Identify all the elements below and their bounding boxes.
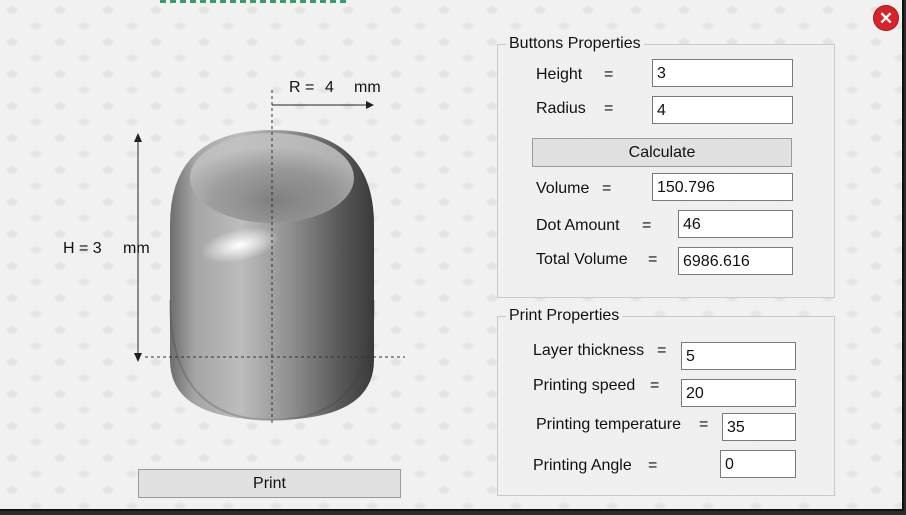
- printing-temperature-label: Printing temperature: [536, 416, 681, 433]
- volume-label: Volume: [536, 180, 590, 197]
- calculate-button[interactable]: Calculate: [532, 138, 792, 167]
- height-label: H = 3: [63, 240, 102, 257]
- radius-arrow: [272, 101, 374, 109]
- radius-value: 4: [325, 79, 334, 96]
- dot-amount-label: Dot Amount: [536, 217, 620, 234]
- radius-field-label: Radius: [536, 100, 586, 117]
- printing-angle-label: Printing Angle: [533, 457, 632, 474]
- radius-label: R =: [289, 79, 315, 96]
- height-input[interactable]: [652, 59, 793, 87]
- layer-thickness-equals: =: [657, 342, 667, 359]
- radius-equals: =: [604, 100, 614, 117]
- close-icon[interactable]: ✕: [874, 6, 898, 30]
- print-properties-title: Print Properties: [506, 307, 623, 325]
- radius-input[interactable]: [652, 96, 793, 124]
- height-field-label: Height: [536, 66, 583, 83]
- total-volume-label: Total Volume: [536, 251, 628, 268]
- printing-speed-equals: =: [650, 377, 660, 394]
- height-equals: =: [604, 66, 614, 83]
- buttons-properties-title: Buttons Properties: [506, 35, 644, 53]
- dot-amount-input[interactable]: [678, 210, 793, 238]
- print-button[interactable]: Print: [138, 469, 401, 498]
- app-window: ✕ R = 4 mm H = 3 mm Print Buttons Proper…: [0, 0, 904, 511]
- dot-amount-equals: =: [642, 217, 652, 234]
- radius-unit: mm: [354, 79, 381, 96]
- layer-thickness-input[interactable]: [681, 342, 796, 370]
- printing-angle-equals: =: [648, 457, 658, 474]
- printing-temperature-input[interactable]: [722, 413, 796, 441]
- capsule-shape: [169, 130, 375, 422]
- height-unit: mm: [123, 240, 150, 257]
- printing-angle-input[interactable]: [720, 450, 796, 478]
- volume-equals: =: [602, 180, 612, 197]
- printing-speed-input[interactable]: [681, 379, 796, 407]
- printing-temperature-equals: =: [699, 416, 709, 433]
- printing-speed-label: Printing speed: [533, 377, 636, 394]
- total-volume-equals: =: [648, 251, 658, 268]
- total-volume-input[interactable]: [678, 247, 793, 275]
- volume-input[interactable]: [652, 173, 793, 201]
- layer-thickness-label: Layer thickness: [533, 342, 645, 359]
